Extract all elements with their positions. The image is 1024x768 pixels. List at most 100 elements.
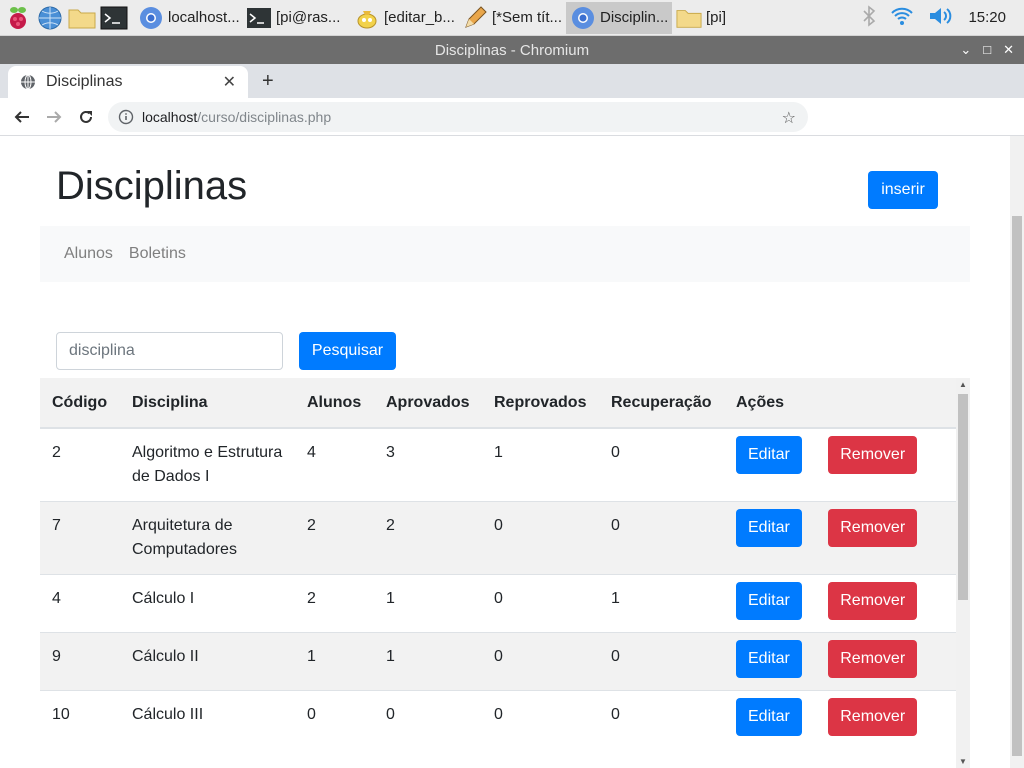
cell-reprovados: 0 <box>482 574 599 633</box>
cell-codigo: 9 <box>40 632 120 691</box>
taskbar-task-chromium-localhost[interactable]: localhost... <box>134 2 242 34</box>
table-header-row: Código Disciplina Alunos Aprovados Repro… <box>40 378 956 429</box>
column-header-disciplina: Disciplina <box>120 378 295 429</box>
wifi-icon[interactable] <box>890 6 914 30</box>
taskbar-task-label: [pi] <box>706 9 727 26</box>
cell-reprovados: 0 <box>482 632 599 691</box>
page-scrollbar-thumb[interactable] <box>1012 216 1022 756</box>
edit-button[interactable]: Editar <box>736 582 802 620</box>
window-title: Disciplinas - Chromium <box>434 41 590 59</box>
minimize-icon[interactable]: ⌄ <box>960 42 971 58</box>
disciplines-table-container: Código Disciplina Alunos Aprovados Repro… <box>40 378 970 768</box>
cell-reprovados: 0 <box>482 501 599 575</box>
table-row: 4 Cálculo I 2 1 0 1 Editar Remover <box>40 574 956 633</box>
remove-button[interactable]: Remover <box>828 509 918 547</box>
taskbar-task-chromium-disciplinas[interactable]: Disciplin... <box>566 1 672 34</box>
cell-aprovados: 3 <box>374 427 482 502</box>
browser-tab-disciplinas[interactable]: Disciplinas ✕ <box>8 66 248 98</box>
url-host: localhost <box>142 109 198 125</box>
edit-button[interactable]: Editar <box>736 509 802 547</box>
cell-recuperacao: 0 <box>599 427 724 502</box>
cell-acoes: Editar Remover <box>724 427 956 502</box>
terminal-icon <box>246 5 272 31</box>
cell-codigo: 4 <box>40 574 120 633</box>
web-browser-launcher-icon[interactable] <box>36 4 64 32</box>
taskbar-task-terminal[interactable]: [pi@ras... <box>242 2 350 34</box>
table-scrollbar[interactable]: ▲ ▼ <box>956 378 970 768</box>
cell-codigo: 10 <box>40 690 120 748</box>
search-button[interactable]: Pesquisar <box>299 332 396 370</box>
back-icon[interactable] <box>6 109 38 125</box>
geany-teapot-icon <box>354 5 380 31</box>
cell-codigo: 2 <box>40 427 120 502</box>
disciplines-table: Código Disciplina Alunos Aprovados Repro… <box>40 378 956 748</box>
window-titlebar[interactable]: Disciplinas - Chromium ⌄ □ ✕ <box>0 36 1024 64</box>
chromium-icon <box>138 5 164 31</box>
taskbar-task-label: Disciplin... <box>600 9 669 26</box>
edit-button[interactable]: Editar <box>736 640 802 678</box>
cell-acoes: Editar Remover <box>724 632 956 691</box>
table-row: 9 Cálculo II 1 1 0 0 Editar Remover <box>40 632 956 691</box>
terminal-launcher-icon[interactable] <box>100 4 128 32</box>
bluetooth-icon[interactable] <box>862 4 876 31</box>
remove-button[interactable]: Remover <box>828 698 918 736</box>
table-row: 2 Algoritmo e Estrutura de Dados I 4 3 1… <box>40 427 956 502</box>
search-input[interactable] <box>56 332 283 370</box>
maximize-icon[interactable]: □ <box>983 42 991 58</box>
table-row: 7 Arquitetura de Computadores 2 2 0 0 Ed… <box>40 501 956 575</box>
reload-icon[interactable] <box>70 109 102 125</box>
taskbar-task-text-editor[interactable]: [*Sem tít... <box>458 2 566 34</box>
page-title: Disciplinas <box>56 164 248 208</box>
bookmark-star-icon[interactable]: ☆ <box>782 108 796 128</box>
globe-icon <box>21 74 35 90</box>
tab-close-icon[interactable]: ✕ <box>223 72 236 92</box>
taskbar-task-editor[interactable]: [editar_b... <box>350 2 458 34</box>
cell-reprovados: 0 <box>482 690 599 748</box>
column-header-recuperacao: Recuperação <box>599 378 724 429</box>
volume-icon[interactable] <box>928 6 954 30</box>
cell-codigo: 7 <box>40 501 120 575</box>
raspberry-menu-icon[interactable] <box>4 4 32 32</box>
forward-icon[interactable] <box>38 109 70 125</box>
remove-button[interactable]: Remover <box>828 436 918 474</box>
column-header-alunos: Alunos <box>295 378 374 429</box>
page-scrollbar[interactable] <box>1010 136 1024 768</box>
cell-acoes: Editar Remover <box>724 574 956 633</box>
column-header-acoes: Ações <box>724 378 956 429</box>
new-tab-icon[interactable]: + <box>262 70 274 93</box>
cell-alunos: 4 <box>295 427 374 502</box>
insert-button[interactable]: inserir <box>868 171 938 209</box>
remove-button[interactable]: Remover <box>828 640 918 678</box>
edit-button[interactable]: Editar <box>736 436 802 474</box>
browser-toolbar: localhost/curso/disciplinas.php ☆ uo ⋮ <box>0 98 1024 227</box>
cell-recuperacao: 0 <box>599 690 724 748</box>
edit-button[interactable]: Editar <box>736 698 802 736</box>
nav-link-alunos[interactable]: Alunos <box>64 245 113 263</box>
cell-alunos: 2 <box>295 574 374 633</box>
nav-link-boletins[interactable]: Boletins <box>129 245 186 263</box>
cell-recuperacao: 1 <box>599 574 724 633</box>
clock[interactable]: 15:20 <box>968 9 1006 26</box>
taskbar-task-label: localhost... <box>168 9 240 26</box>
scroll-up-icon[interactable]: ▲ <box>959 380 967 389</box>
close-icon[interactable]: ✕ <box>1003 42 1014 58</box>
os-taskbar: localhost... [pi@ras... [editar_b... [*S… <box>0 0 1024 36</box>
scroll-down-icon[interactable]: ▼ <box>959 757 967 766</box>
tab-title: Disciplinas <box>46 73 123 90</box>
address-bar[interactable]: localhost/curso/disciplinas.php ☆ <box>108 102 808 132</box>
cell-aprovados: 0 <box>374 690 482 748</box>
cell-alunos: 0 <box>295 690 374 748</box>
column-header-codigo: Código <box>40 378 120 429</box>
taskbar-task-label: [*Sem tít... <box>492 9 563 26</box>
info-icon[interactable] <box>118 109 134 125</box>
cell-disciplina: Algoritmo e Estrutura de Dados I <box>120 427 295 502</box>
taskbar-task-file-manager[interactable]: [pi] <box>672 2 752 34</box>
cell-reprovados: 1 <box>482 427 599 502</box>
cell-acoes: Editar Remover <box>724 690 956 748</box>
table-scrollbar-thumb[interactable] <box>958 394 968 600</box>
navbar: Alunos Boletins <box>40 226 970 282</box>
cell-aprovados: 1 <box>374 632 482 691</box>
remove-button[interactable]: Remover <box>828 582 918 620</box>
cell-alunos: 2 <box>295 501 374 575</box>
file-manager-launcher-icon[interactable] <box>68 4 96 32</box>
